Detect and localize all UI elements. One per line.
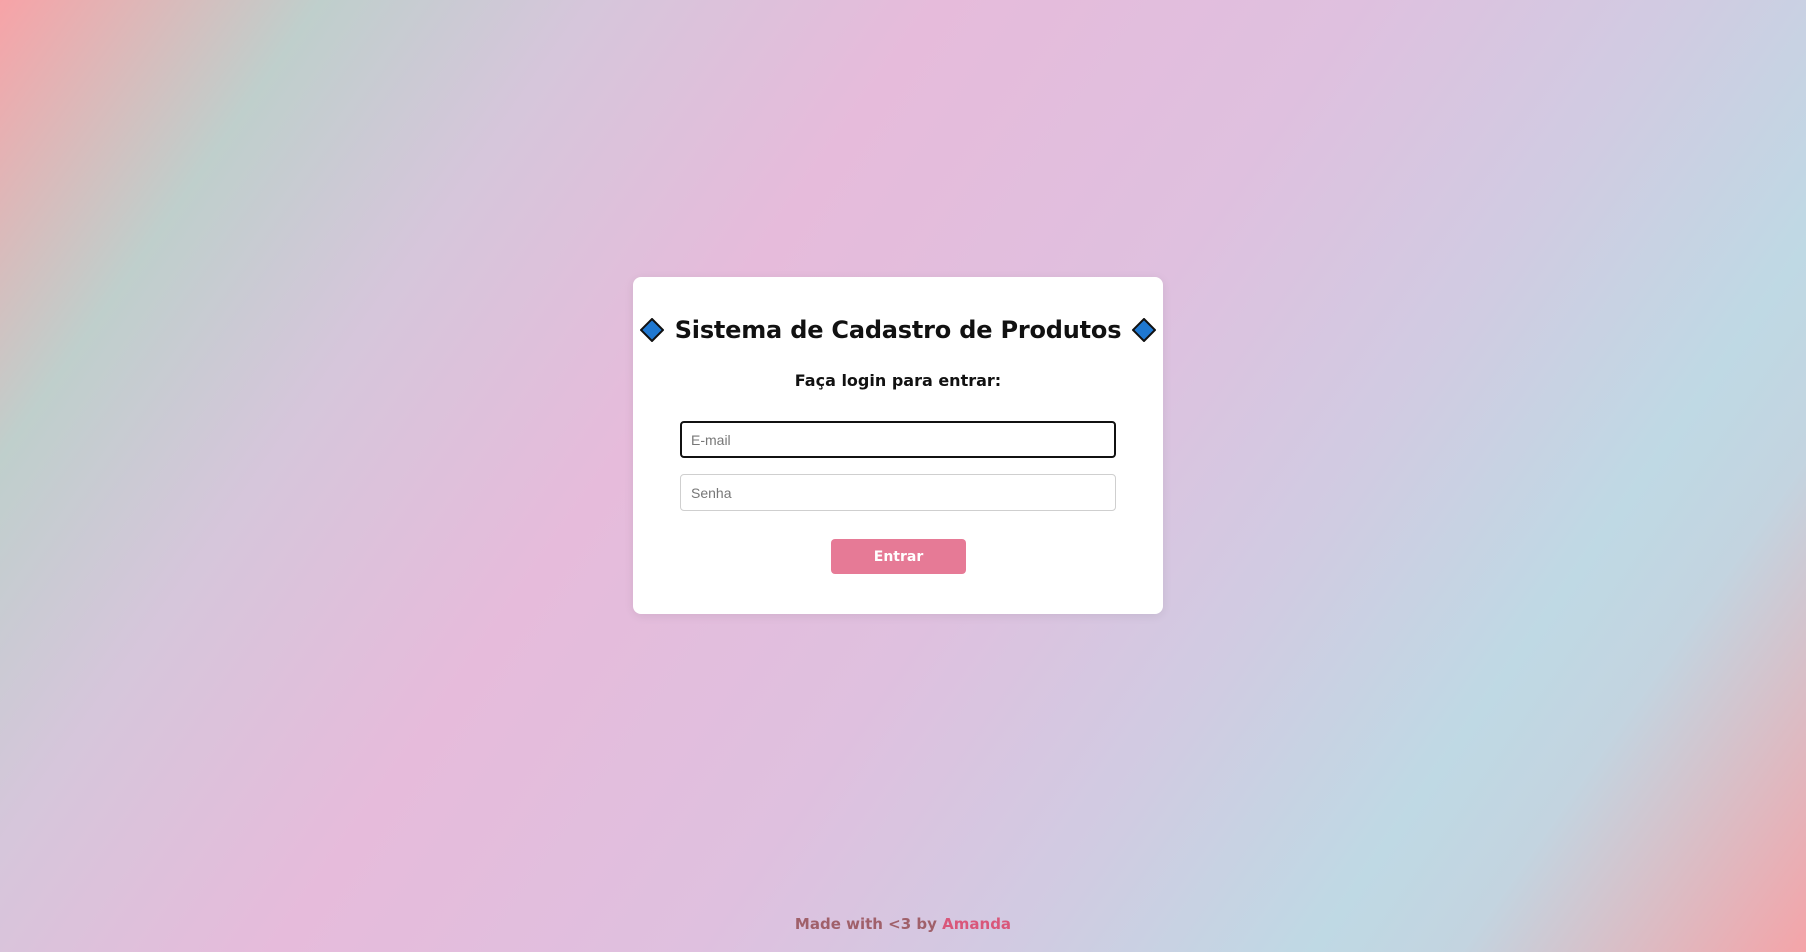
- login-button[interactable]: Entrar: [831, 539, 966, 574]
- password-input[interactable]: [680, 474, 1116, 511]
- page-title: Sistema de Cadastro de Produtos: [674, 316, 1122, 344]
- title-row: Sistema de Cadastro de Produtos: [633, 316, 1163, 344]
- blue-diamond-icon: [639, 317, 665, 343]
- footer-text: Made with <3 by: [794, 915, 937, 933]
- email-input[interactable]: [680, 421, 1116, 458]
- login-card: Sistema de Cadastro de Produtos Faça log…: [633, 277, 1163, 614]
- footer: Made with <3 by Amanda: [0, 915, 1806, 933]
- login-subtitle: Faça login para entrar:: [794, 371, 1002, 390]
- footer-author-link[interactable]: Amanda: [942, 915, 1011, 933]
- blue-diamond-icon: [1131, 317, 1157, 343]
